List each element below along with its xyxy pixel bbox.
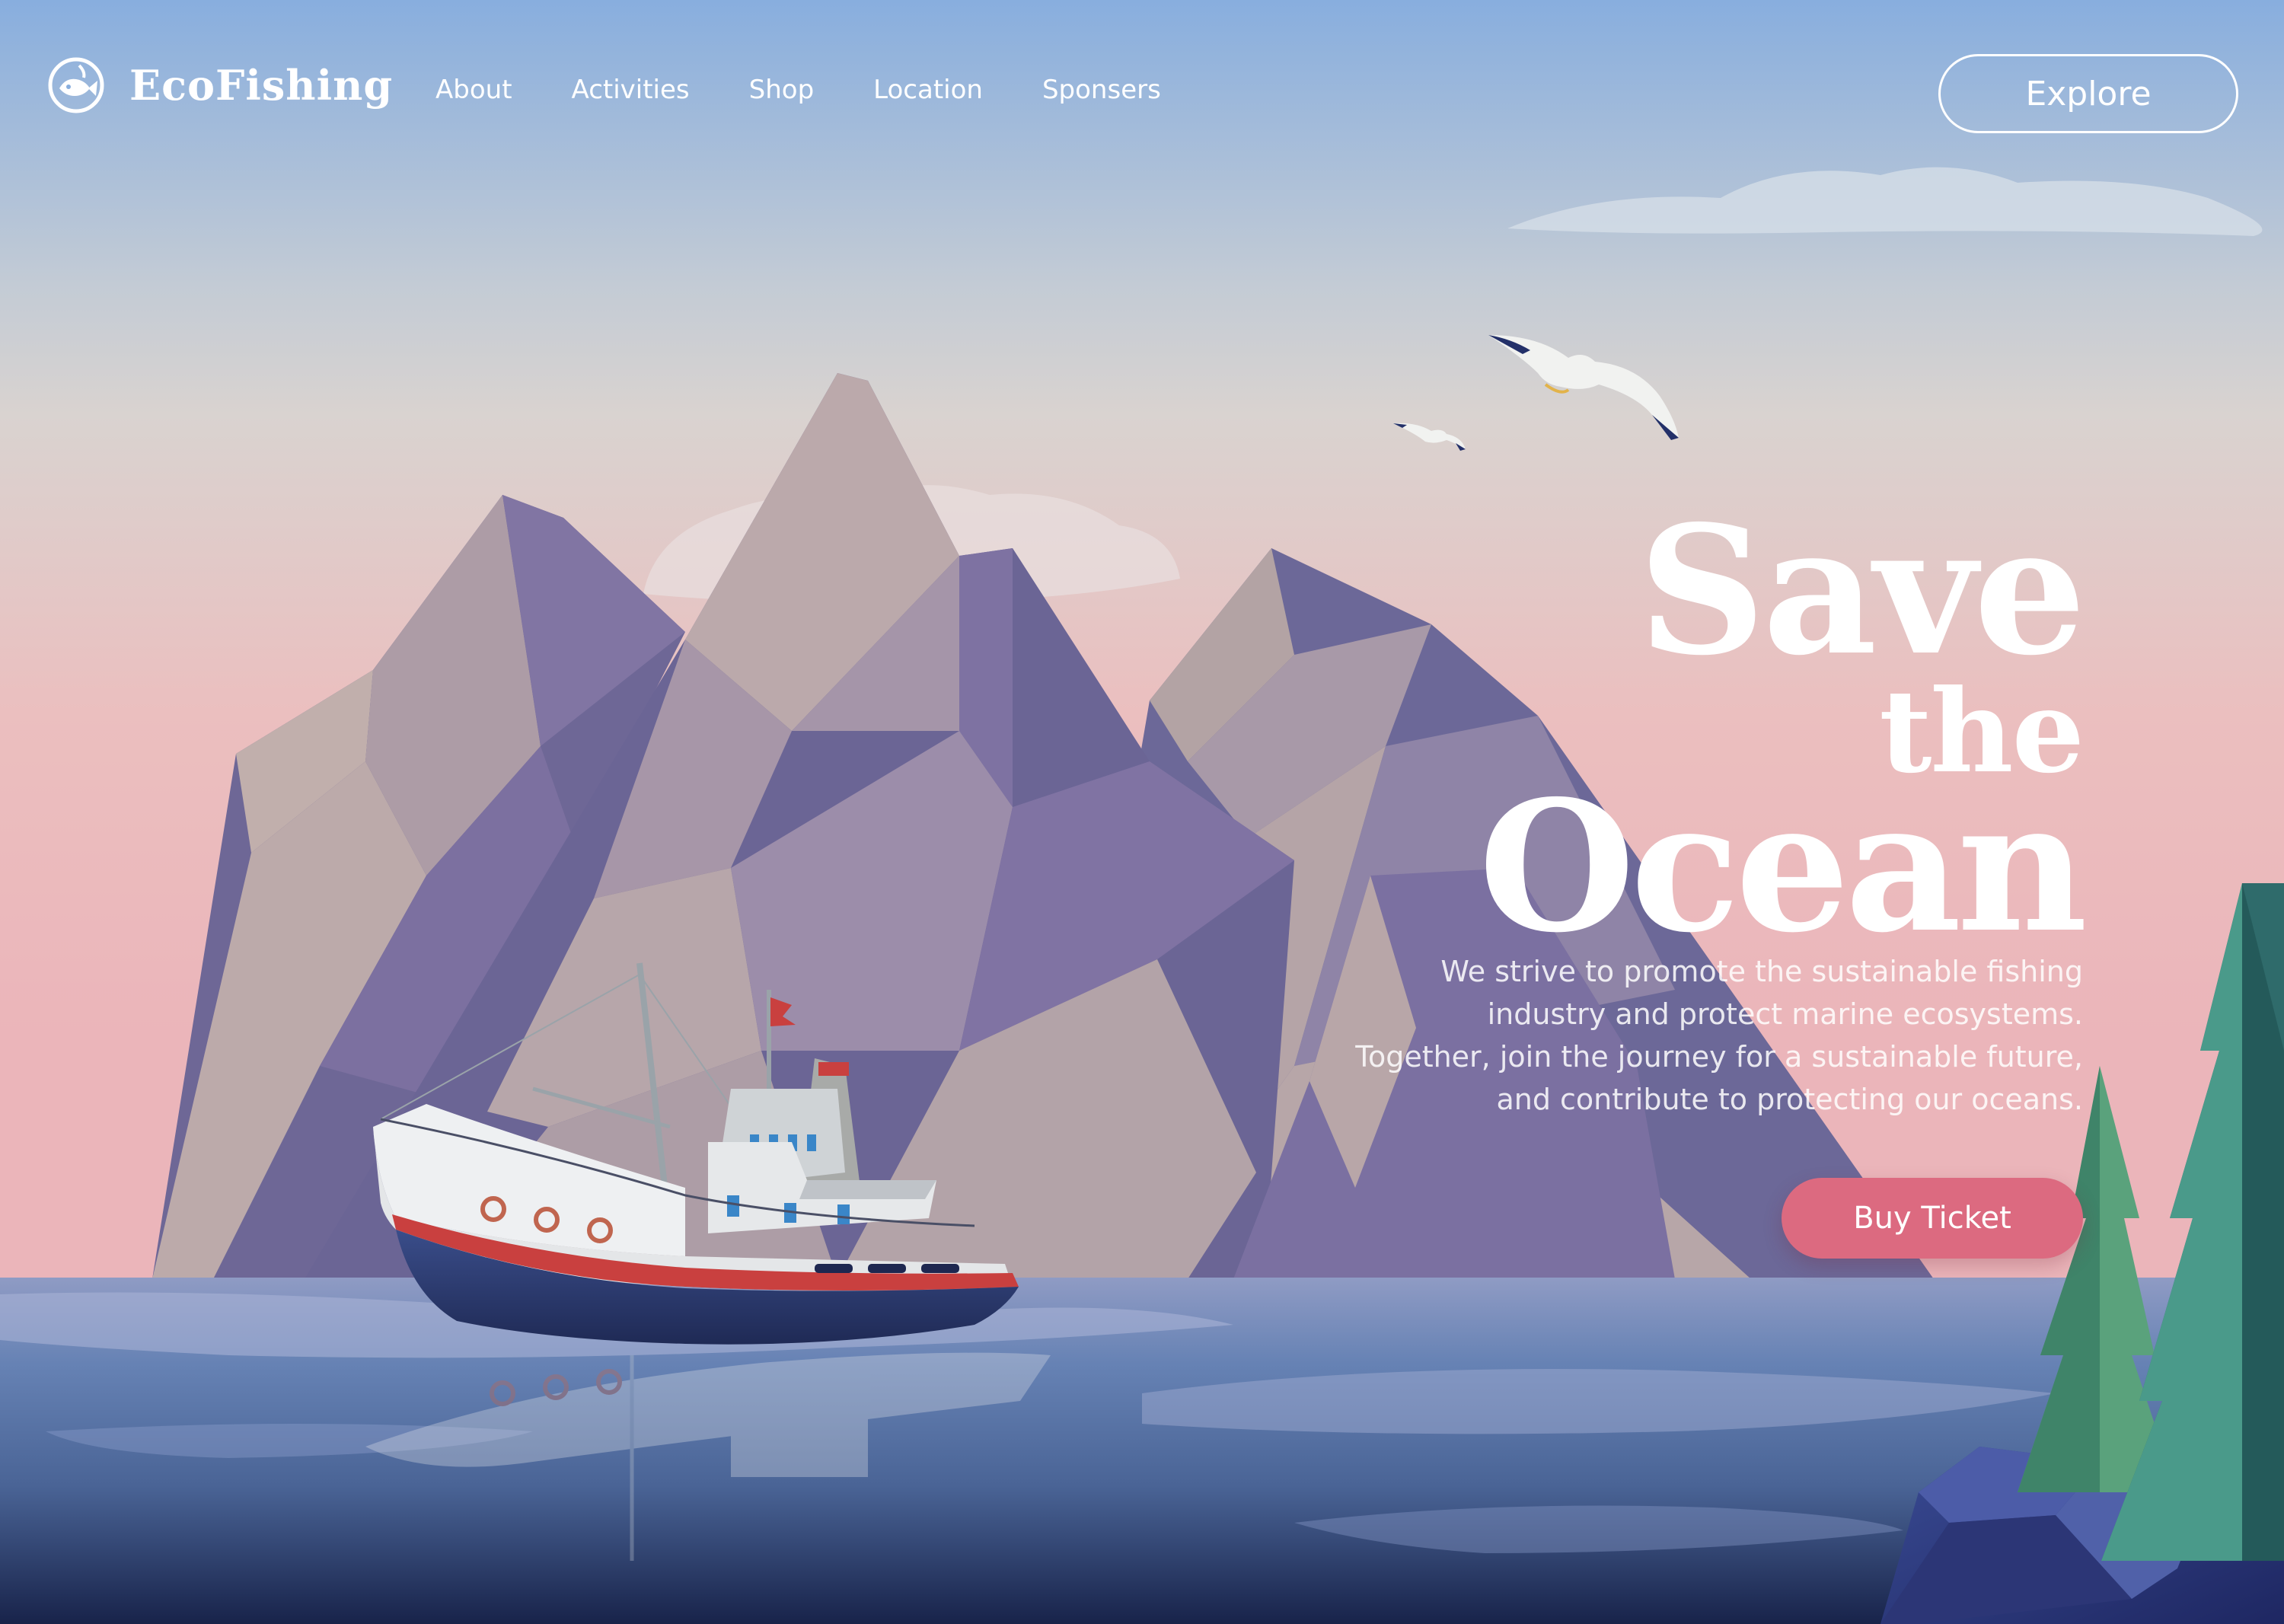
nav-link-sponsers[interactable]: Sponsers (1042, 75, 1161, 105)
nav-link-location[interactable]: Location (873, 75, 983, 105)
hero-description-line: and contribute to protecting our oceans. (1496, 1083, 2083, 1116)
brand-name: EcoFishing (129, 61, 394, 110)
nav-link-activities[interactable]: Activities (572, 75, 690, 105)
hero-title: Save the Ocean (1479, 487, 2088, 972)
nav-link-about[interactable]: About (435, 75, 512, 105)
nav-link-shop[interactable]: Shop (749, 75, 815, 105)
explore-button[interactable]: Explore (1938, 54, 2238, 133)
buy-ticket-button[interactable]: Buy Ticket (1782, 1178, 2083, 1259)
hero-title-line-save: Save (1638, 487, 2086, 694)
hero-description-line: Together, join the journey for a sustain… (1355, 1040, 2083, 1074)
fish-globe-icon (48, 57, 104, 113)
landing-page: EcoFishing About Activities Shop Locatio… (0, 0, 2284, 1624)
hero-description: We strive to promote the sustainable fis… (1246, 950, 2083, 1121)
hero-description-line: We strive to promote the sustainable fis… (1440, 955, 2083, 988)
hero-description-line: industry and protect marine ecosystems. (1487, 997, 2083, 1031)
hero-title-line-ocean: Ocean (1479, 761, 2088, 972)
nav-menu: About Activities Shop Location Sponsers (435, 75, 1161, 105)
brand-logo[interactable]: EcoFishing (46, 55, 393, 116)
top-navigation: EcoFishing About Activities Shop Locatio… (0, 0, 2284, 190)
